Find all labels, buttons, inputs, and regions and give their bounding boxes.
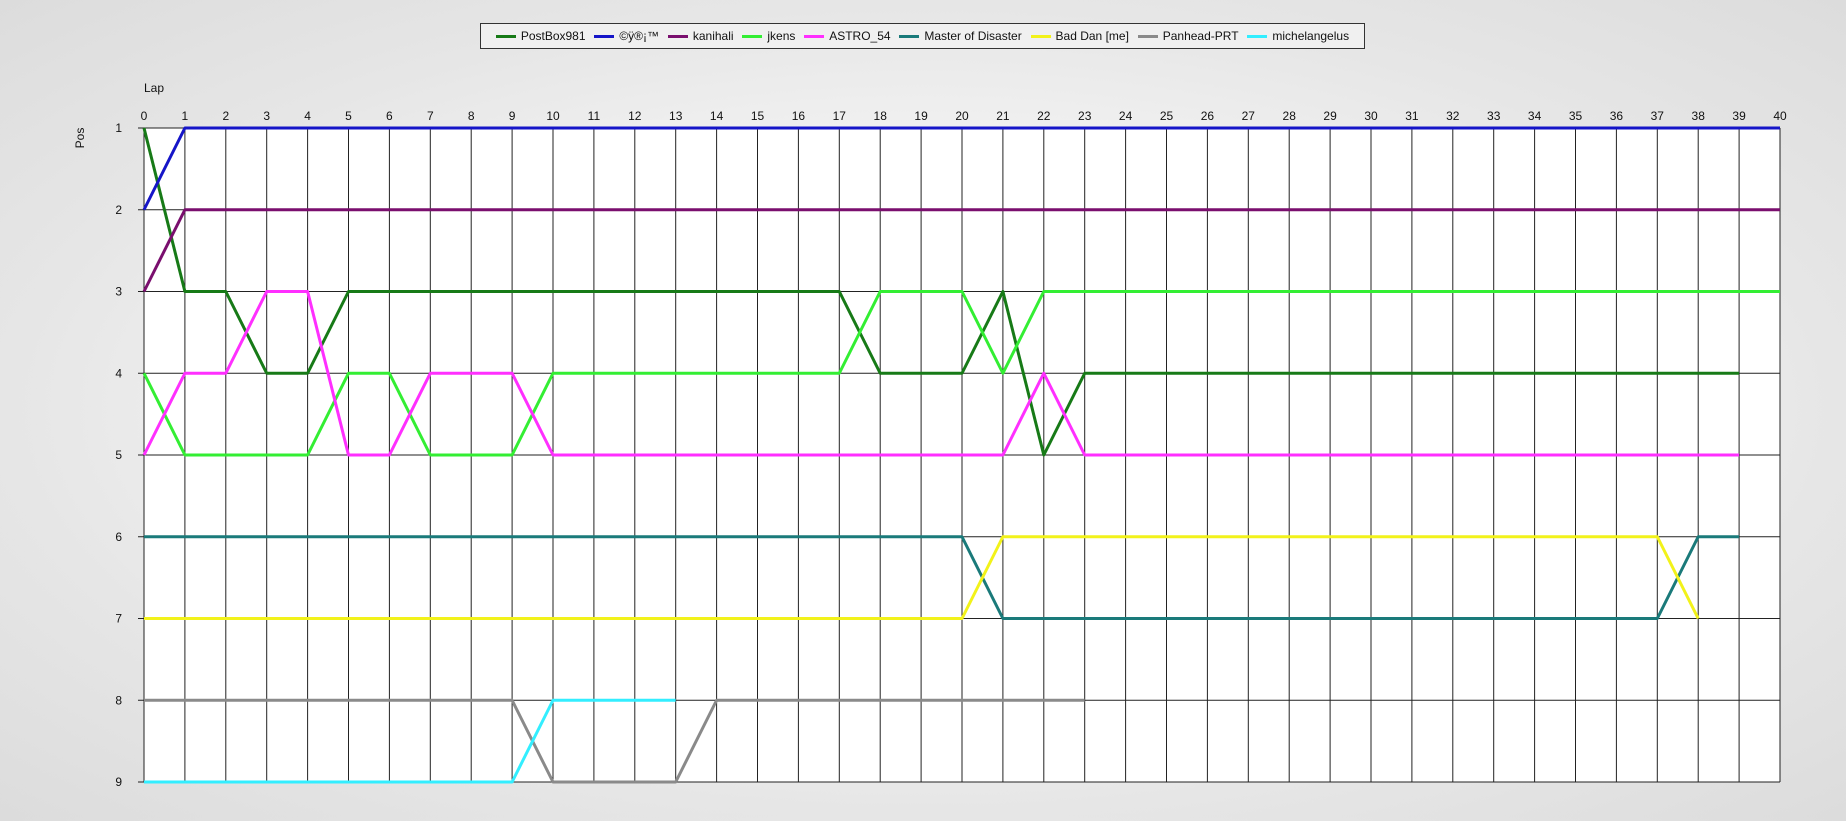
legend-label: Panhead-PRT <box>1162 29 1239 43</box>
legend-swatch <box>804 34 825 38</box>
legend-swatch <box>742 34 763 38</box>
x-tick-label: 40 <box>1773 109 1787 123</box>
x-tick-label: 18 <box>874 109 888 123</box>
legend-item: PostBox981 <box>495 29 586 43</box>
y-tick-label: 6 <box>115 530 122 544</box>
y-tick-label: 3 <box>115 285 122 299</box>
legend-swatch <box>1137 34 1158 38</box>
x-tick-label: 35 <box>1569 109 1583 123</box>
x-tick-label: 10 <box>546 109 560 123</box>
legend-item: michelangelus <box>1247 29 1349 43</box>
x-tick-label: 8 <box>468 109 475 123</box>
legend-item: ©ÿ®¡™ <box>594 29 659 43</box>
x-tick-label: 1 <box>182 109 189 123</box>
legend-swatch <box>495 34 516 38</box>
x-tick-label: 31 <box>1405 109 1419 123</box>
legend-swatch <box>1247 34 1268 38</box>
x-tick-label: 16 <box>792 109 806 123</box>
x-tick-label: 36 <box>1610 109 1624 123</box>
y-axis-label: Pos <box>73 128 87 149</box>
legend-swatch <box>667 34 688 38</box>
y-tick-label: 1 <box>115 121 122 135</box>
legend-swatch <box>1030 34 1051 38</box>
x-tick-label: 39 <box>1732 109 1746 123</box>
x-tick-label: 24 <box>1119 109 1133 123</box>
legend-item: ASTRO_54 <box>804 29 891 43</box>
x-tick-label: 5 <box>345 109 352 123</box>
legend-label: ©ÿ®¡™ <box>619 29 660 43</box>
x-tick-label: 23 <box>1078 109 1092 123</box>
x-tick-label: 22 <box>1037 109 1051 123</box>
x-tick-label: 38 <box>1692 109 1706 123</box>
y-tick-label: 9 <box>115 775 122 789</box>
legend-item: jkens <box>742 29 795 43</box>
x-tick-label: 2 <box>222 109 229 123</box>
legend-label: ASTRO_54 <box>829 29 891 43</box>
y-tick-label: 2 <box>115 203 122 217</box>
x-tick-label: 12 <box>628 109 642 123</box>
x-tick-label: 26 <box>1201 109 1215 123</box>
legend-label: michelangelus <box>1272 29 1350 43</box>
x-tick-label: 32 <box>1446 109 1460 123</box>
legend-item: Bad Dan [me] <box>1030 29 1129 43</box>
legend-label: Master of Disaster <box>924 29 1022 43</box>
x-tick-label: 19 <box>914 109 928 123</box>
y-tick-label: 4 <box>115 366 122 380</box>
legend-item: Master of Disaster <box>899 29 1022 43</box>
x-tick-label: 29 <box>1323 109 1337 123</box>
x-tick-label: 14 <box>710 109 724 123</box>
y-tick-label: 8 <box>115 693 122 707</box>
legend-swatch <box>594 34 615 38</box>
x-tick-label: 27 <box>1242 109 1256 123</box>
legend-label: Bad Dan [me] <box>1055 29 1129 43</box>
x-tick-label: 25 <box>1160 109 1174 123</box>
legend-label: jkens <box>767 29 796 43</box>
x-tick-label: 34 <box>1528 109 1542 123</box>
x-tick-label: 11 <box>588 109 601 123</box>
chart-legend: PostBox981 ©ÿ®¡™ kanihali jkens ASTRO_54 Mast… <box>480 23 1365 49</box>
x-tick-label: 17 <box>833 109 847 123</box>
x-axis-label: Lap <box>144 81 164 95</box>
legend-label: kanihali <box>692 29 734 43</box>
x-tick-label: 33 <box>1487 109 1501 123</box>
x-tick-label: 20 <box>955 109 969 123</box>
plot-area: 0 1 2 3 4 5 6 7 8 9 10 11 12 13 14 15 16 17 18 19 20 21 22 23 24… <box>73 81 1787 789</box>
x-tick-label: 13 <box>669 109 683 123</box>
y-tick-label: 7 <box>115 612 122 626</box>
x-tick-label: 6 <box>386 109 393 123</box>
race-position-chart: PostBox981 ©ÿ®¡™ kanihali jkens ASTRO_54 Mast… <box>0 0 1846 816</box>
x-tick-label: 4 <box>304 109 311 123</box>
x-tick-label: 21 <box>996 109 1010 123</box>
legend-swatch <box>899 34 920 38</box>
x-tick-label: 3 <box>263 109 270 123</box>
x-tick-label: 0 <box>141 109 148 123</box>
legend-item: Panhead-PRT <box>1137 29 1239 43</box>
x-tick-label: 9 <box>509 109 516 123</box>
x-tick-label: 30 <box>1364 109 1378 123</box>
legend-label: PostBox981 <box>520 29 586 43</box>
y-tick-label: 5 <box>115 448 122 462</box>
x-tick-label: 7 <box>427 109 434 123</box>
x-tick-label: 37 <box>1651 109 1665 123</box>
legend-item: kanihali <box>667 29 734 43</box>
x-tick-label: 28 <box>1283 109 1297 123</box>
x-tick-label: 15 <box>751 109 765 123</box>
